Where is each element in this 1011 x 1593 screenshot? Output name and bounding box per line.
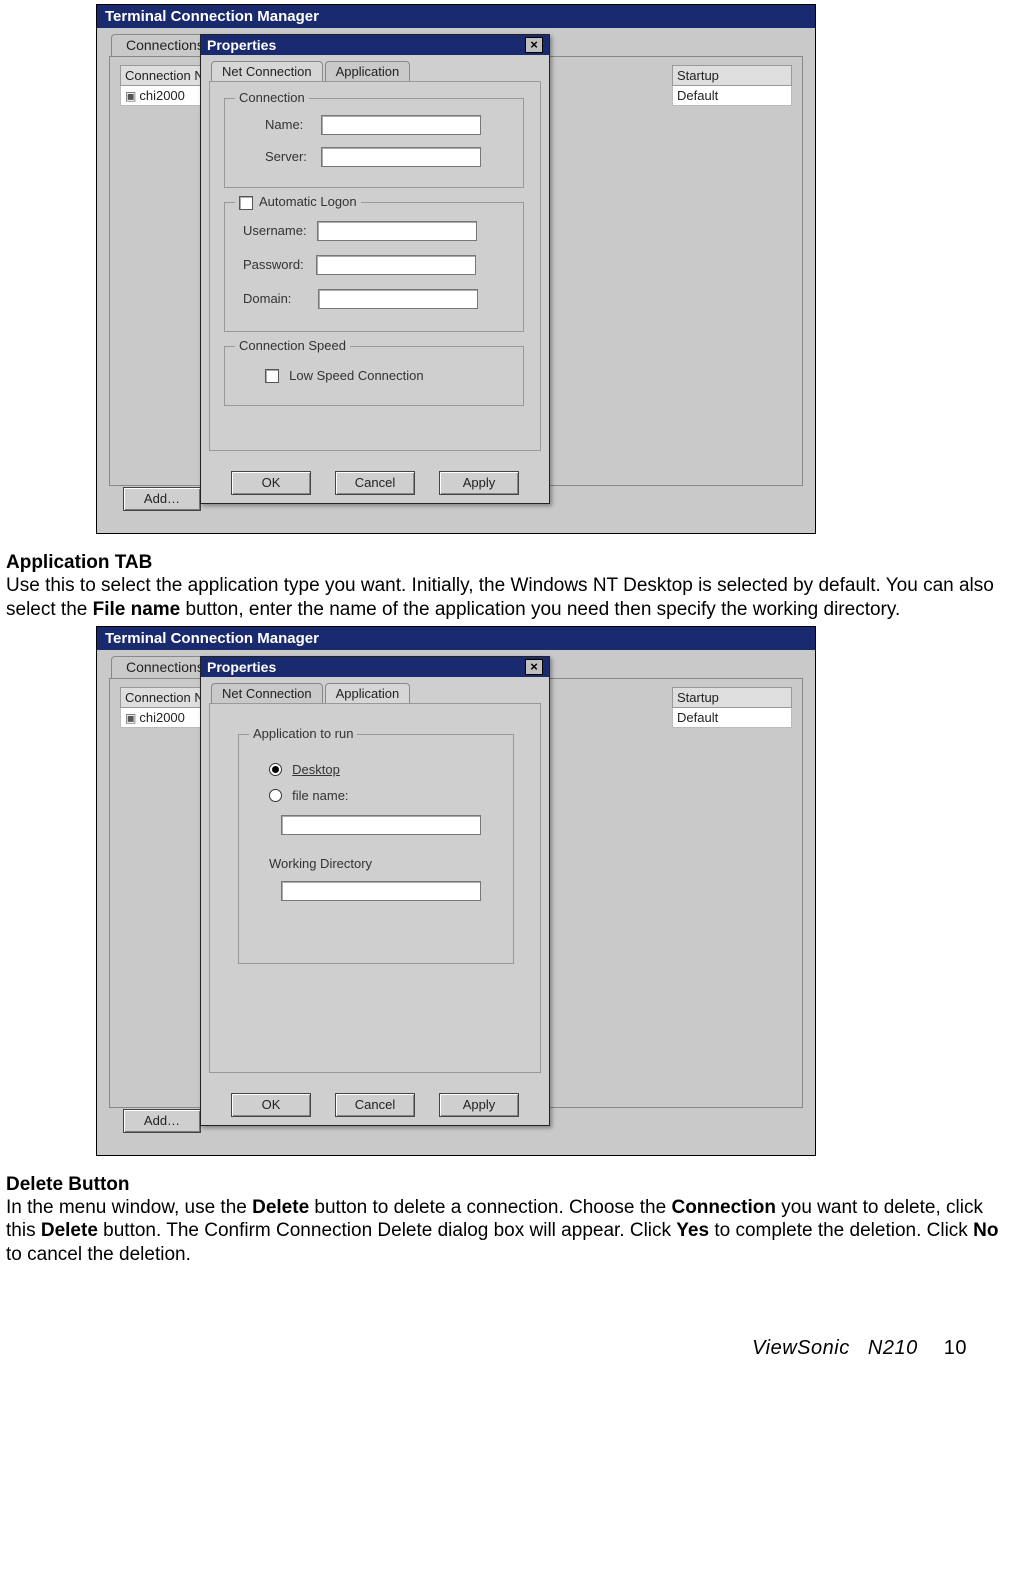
body-application-tab: Use this to select the application type …: [6, 574, 1005, 622]
password-label: Password:: [243, 257, 304, 272]
filename-input[interactable]: [281, 815, 481, 835]
working-directory-input[interactable]: [281, 881, 481, 901]
username-label: Username:: [243, 223, 307, 238]
add-button-2[interactable]: Add…: [123, 1109, 201, 1133]
cancel-button-2[interactable]: Cancel: [335, 1093, 415, 1117]
ok-button-2[interactable]: OK: [231, 1093, 311, 1117]
properties-body-2: Application to run Desktop file name: Wo…: [209, 703, 541, 1073]
properties-buttons-2: OK Cancel Apply: [201, 1093, 549, 1117]
startup-row-default-2: Default: [672, 708, 792, 728]
page-footer: ViewSonic N210 10: [6, 1337, 1005, 1360]
screenshot-application-tab: Terminal Connection Manager Connections …: [96, 626, 816, 1156]
body-delete-button: In the menu window, use the Delete butto…: [6, 1196, 1005, 1267]
low-speed-checkbox[interactable]: [265, 369, 279, 383]
group-connection-speed: Connection Speed Low Speed Connection: [224, 346, 524, 406]
properties-tabs: Net Connection Application: [211, 61, 549, 81]
startup-header: Startup: [672, 65, 792, 86]
tcm-titlebar: Terminal Connection Manager: [97, 5, 815, 28]
tab-application-2[interactable]: Application: [325, 683, 411, 703]
startup-row-default: Default: [672, 86, 792, 106]
screenshot-net-connection: Terminal Connection Manager Connections …: [96, 4, 816, 534]
radio-filename-label: file name:: [292, 788, 348, 803]
working-directory-label: Working Directory: [269, 856, 372, 871]
group-connection: Connection Name: Server:: [224, 98, 524, 188]
tab-net-connection[interactable]: Net Connection: [211, 61, 323, 81]
group-app-legend: Application to run: [249, 726, 357, 741]
low-speed-label: Low Speed Connection: [289, 368, 423, 383]
radio-desktop-label: Desktop: [292, 762, 340, 777]
footer-model: N210: [868, 1337, 918, 1359]
startup-list: Startup Default: [672, 65, 792, 106]
tab-application[interactable]: Application: [325, 61, 411, 81]
name-input[interactable]: [321, 115, 481, 135]
startup-header-2: Startup: [672, 687, 792, 708]
footer-page-number: 10: [938, 1337, 973, 1399]
username-input[interactable]: [317, 221, 477, 241]
footer-brand: ViewSonic: [752, 1337, 850, 1359]
properties-body: Connection Name: Server: Automatic Logon: [209, 81, 541, 451]
heading-delete-button: Delete Button: [6, 1174, 1005, 1196]
server-label: Server:: [265, 149, 307, 164]
automatic-logon-checkbox[interactable]: [239, 196, 253, 210]
group-connection-legend: Connection: [235, 90, 309, 105]
properties-tabs-2: Net Connection Application: [211, 683, 549, 703]
radio-filename[interactable]: [269, 789, 282, 802]
tcm-titlebar-2: Terminal Connection Manager: [97, 627, 815, 650]
close-icon-2[interactable]: ×: [525, 659, 543, 675]
close-icon[interactable]: ×: [525, 37, 543, 53]
password-input[interactable]: [316, 255, 476, 275]
server-input[interactable]: [321, 147, 481, 167]
properties-dialog-2: Properties × Net Connection Application …: [200, 656, 550, 1126]
apply-button[interactable]: Apply: [439, 471, 519, 495]
tcm-title-2: Terminal Connection Manager: [105, 630, 319, 647]
properties-title-2: Properties: [207, 659, 276, 675]
properties-title: Properties: [207, 37, 276, 53]
properties-titlebar: Properties ×: [201, 35, 549, 55]
add-button[interactable]: Add…: [123, 487, 201, 511]
group-automatic-logon: Automatic Logon Username: Password: Doma…: [224, 202, 524, 332]
name-label: Name:: [265, 117, 303, 132]
tcm-title: Terminal Connection Manager: [105, 8, 319, 25]
properties-buttons: OK Cancel Apply: [201, 471, 549, 495]
domain-input[interactable]: [318, 289, 478, 309]
radio-desktop[interactable]: [269, 763, 282, 776]
group-speed-legend: Connection Speed: [235, 338, 350, 353]
cancel-button[interactable]: Cancel: [335, 471, 415, 495]
properties-dialog: Properties × Net Connection Application …: [200, 34, 550, 504]
domain-label: Domain:: [243, 291, 291, 306]
tab-net-connection-2[interactable]: Net Connection: [211, 683, 323, 703]
group-application-to-run: Application to run Desktop file name: Wo…: [238, 734, 514, 964]
heading-application-tab: Application TAB: [6, 552, 1005, 574]
ok-button[interactable]: OK: [231, 471, 311, 495]
startup-list-2: Startup Default: [672, 687, 792, 728]
apply-button-2[interactable]: Apply: [439, 1093, 519, 1117]
group-logon-legend: Automatic Logon: [235, 194, 361, 210]
properties-titlebar-2: Properties ×: [201, 657, 549, 677]
